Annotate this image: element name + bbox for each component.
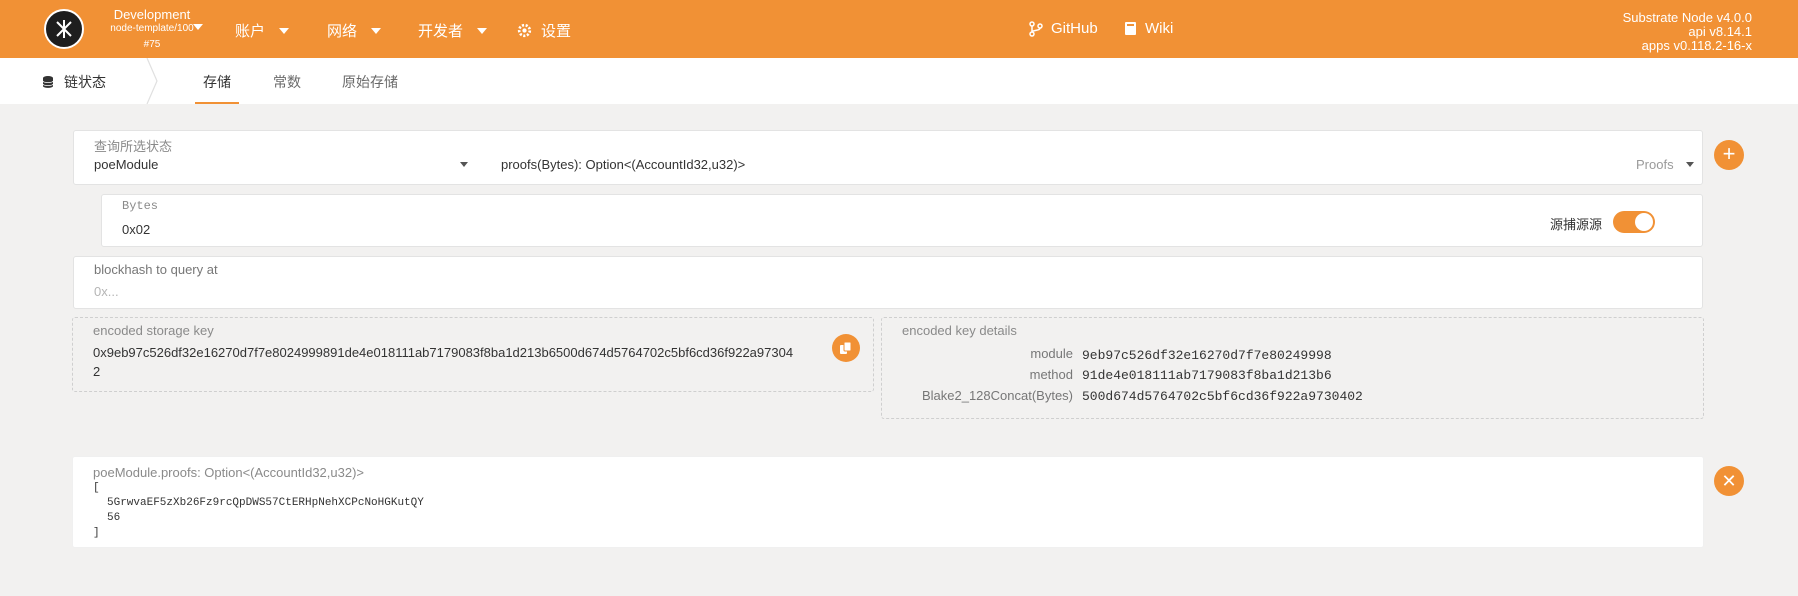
close-icon: ✕ [1721,471,1737,491]
chevron-down-icon [279,27,290,34]
menu-accounts-label: 账户 [235,23,266,40]
database-icon [42,76,54,88]
method-select[interactable]: proofs(Bytes): Option<(AccountId32,u32)> [501,157,745,172]
sub-navigation: 链状态 存储 常数 原始存储 [0,58,1798,104]
tab-storage[interactable]: 存储 [203,72,231,92]
result-close-bracket: ] [93,527,100,539]
result-open-bracket: [ [93,482,100,494]
tab-raw-storage[interactable]: 原始存储 [342,72,398,92]
menu-developer-label: 开发者 [418,23,464,40]
query-result: poeModule.proofs: Option<(AccountId32,u3… [72,456,1704,548]
chain-state-label: 链状态 [64,74,106,90]
wiki-label: Wiki [1145,20,1174,37]
menu-network-label: 网络 [327,23,358,40]
query-label: 查询所选状态 [94,139,173,154]
menu-settings[interactable]: 设置 [516,20,571,41]
top-bar: Development node-template/100 #75 账户 网络 … [0,0,1798,58]
block-number: #75 [143,39,161,50]
chevron-down-icon [193,24,203,30]
encoded-key-line1: 0x9eb97c526df32e16270d7f7e8024999891de4e… [93,345,794,360]
remove-result-button[interactable]: ✕ [1714,466,1744,496]
api-version: api v8.14.1 [1688,24,1752,39]
result-label: poeModule.proofs: Option<(AccountId32,u3… [93,465,365,480]
copy-icon [840,341,852,354]
gear-icon [517,23,532,38]
toggle-knob [1635,213,1653,231]
method-doc: Proofs [1636,157,1674,172]
chevron-down-icon[interactable] [1686,162,1694,167]
bytes-label: Bytes [122,199,159,213]
github-label: GitHub [1051,20,1098,37]
node-name: Substrate Node v4.0.0 [1622,10,1752,25]
chain-state-section: 链状态 [42,72,106,92]
add-query-button[interactable]: + [1714,140,1744,170]
active-tab-indicator [195,102,239,104]
menu-developer[interactable]: 开发者 [418,20,488,41]
result-account: 5GrwvaEF5zXb26Fz9rcQpDWS57CtERHpNehXCPcN… [107,497,424,509]
chain-selector[interactable]: Development node-template/100 #75 [96,8,208,52]
breadcrumb-separator [146,58,158,104]
plus-icon: + [1722,141,1736,166]
chevron-down-icon [477,27,488,34]
bytes-input[interactable]: 0x02 [122,222,150,237]
chevron-down-icon [371,27,382,34]
toggle-label: 源捕源源 [1550,217,1603,232]
detail-value-method: 91de4e018111ab7179083f8ba1d213b6 [1082,368,1332,383]
encoded-label: encoded storage key [93,323,214,338]
encoded-key-line2: 2 [93,364,101,379]
module-select[interactable]: poeModule [94,157,158,172]
github-link[interactable]: GitHub [1029,20,1098,37]
detail-key-hasher: Blake2_128Concat(Bytes) [921,388,1073,403]
chain-name: Development [113,7,191,22]
detail-key-method: method [1029,367,1073,382]
menu-accounts[interactable]: 账户 [235,20,290,41]
encoded-storage-key: encoded storage key 0x9eb97c526df32e1627… [72,317,874,392]
blockhash-input[interactable]: 0x... [94,284,119,299]
book-icon [1125,22,1136,35]
result-number: 56 [107,512,121,524]
tab-constants[interactable]: 常数 [273,72,301,92]
bytes-param: Bytes 0x02 源捕源源 [101,194,1703,247]
polkadot-logo-icon [56,20,72,38]
blockhash-label: blockhash to query at [94,262,218,277]
chain-spec: node-template/100 [110,23,194,34]
details-label: encoded key details [902,323,1017,338]
menu-settings-label: 设置 [541,23,572,40]
wiki-link[interactable]: Wiki [1124,20,1173,37]
menu-network[interactable]: 网络 [327,20,382,41]
substrate-logo[interactable] [44,9,84,49]
chevron-down-icon[interactable] [460,162,468,167]
encoded-key-details: encoded key details module 9eb97c526df32… [881,317,1704,419]
node-info: Substrate Node v4.0.0 api v8.14.1 apps v… [1623,11,1752,53]
query-selector: 查询所选状态 poeModule proofs(Bytes): Option<(… [73,130,1703,185]
blockhash-field: blockhash to query at 0x... [73,256,1703,309]
detail-key-module: module [1030,346,1073,361]
apps-version: apps v0.118.2-16-x [1641,38,1752,53]
detail-value-module: 9eb97c526df32e16270d7f7e80249998 [1082,348,1332,363]
include-option-toggle[interactable] [1613,211,1655,233]
detail-value-hasher: 500d674d5764702c5bf6cd36f922a9730402 [1082,389,1363,404]
copy-button[interactable] [832,334,860,362]
code-branch-icon [1029,20,1043,37]
